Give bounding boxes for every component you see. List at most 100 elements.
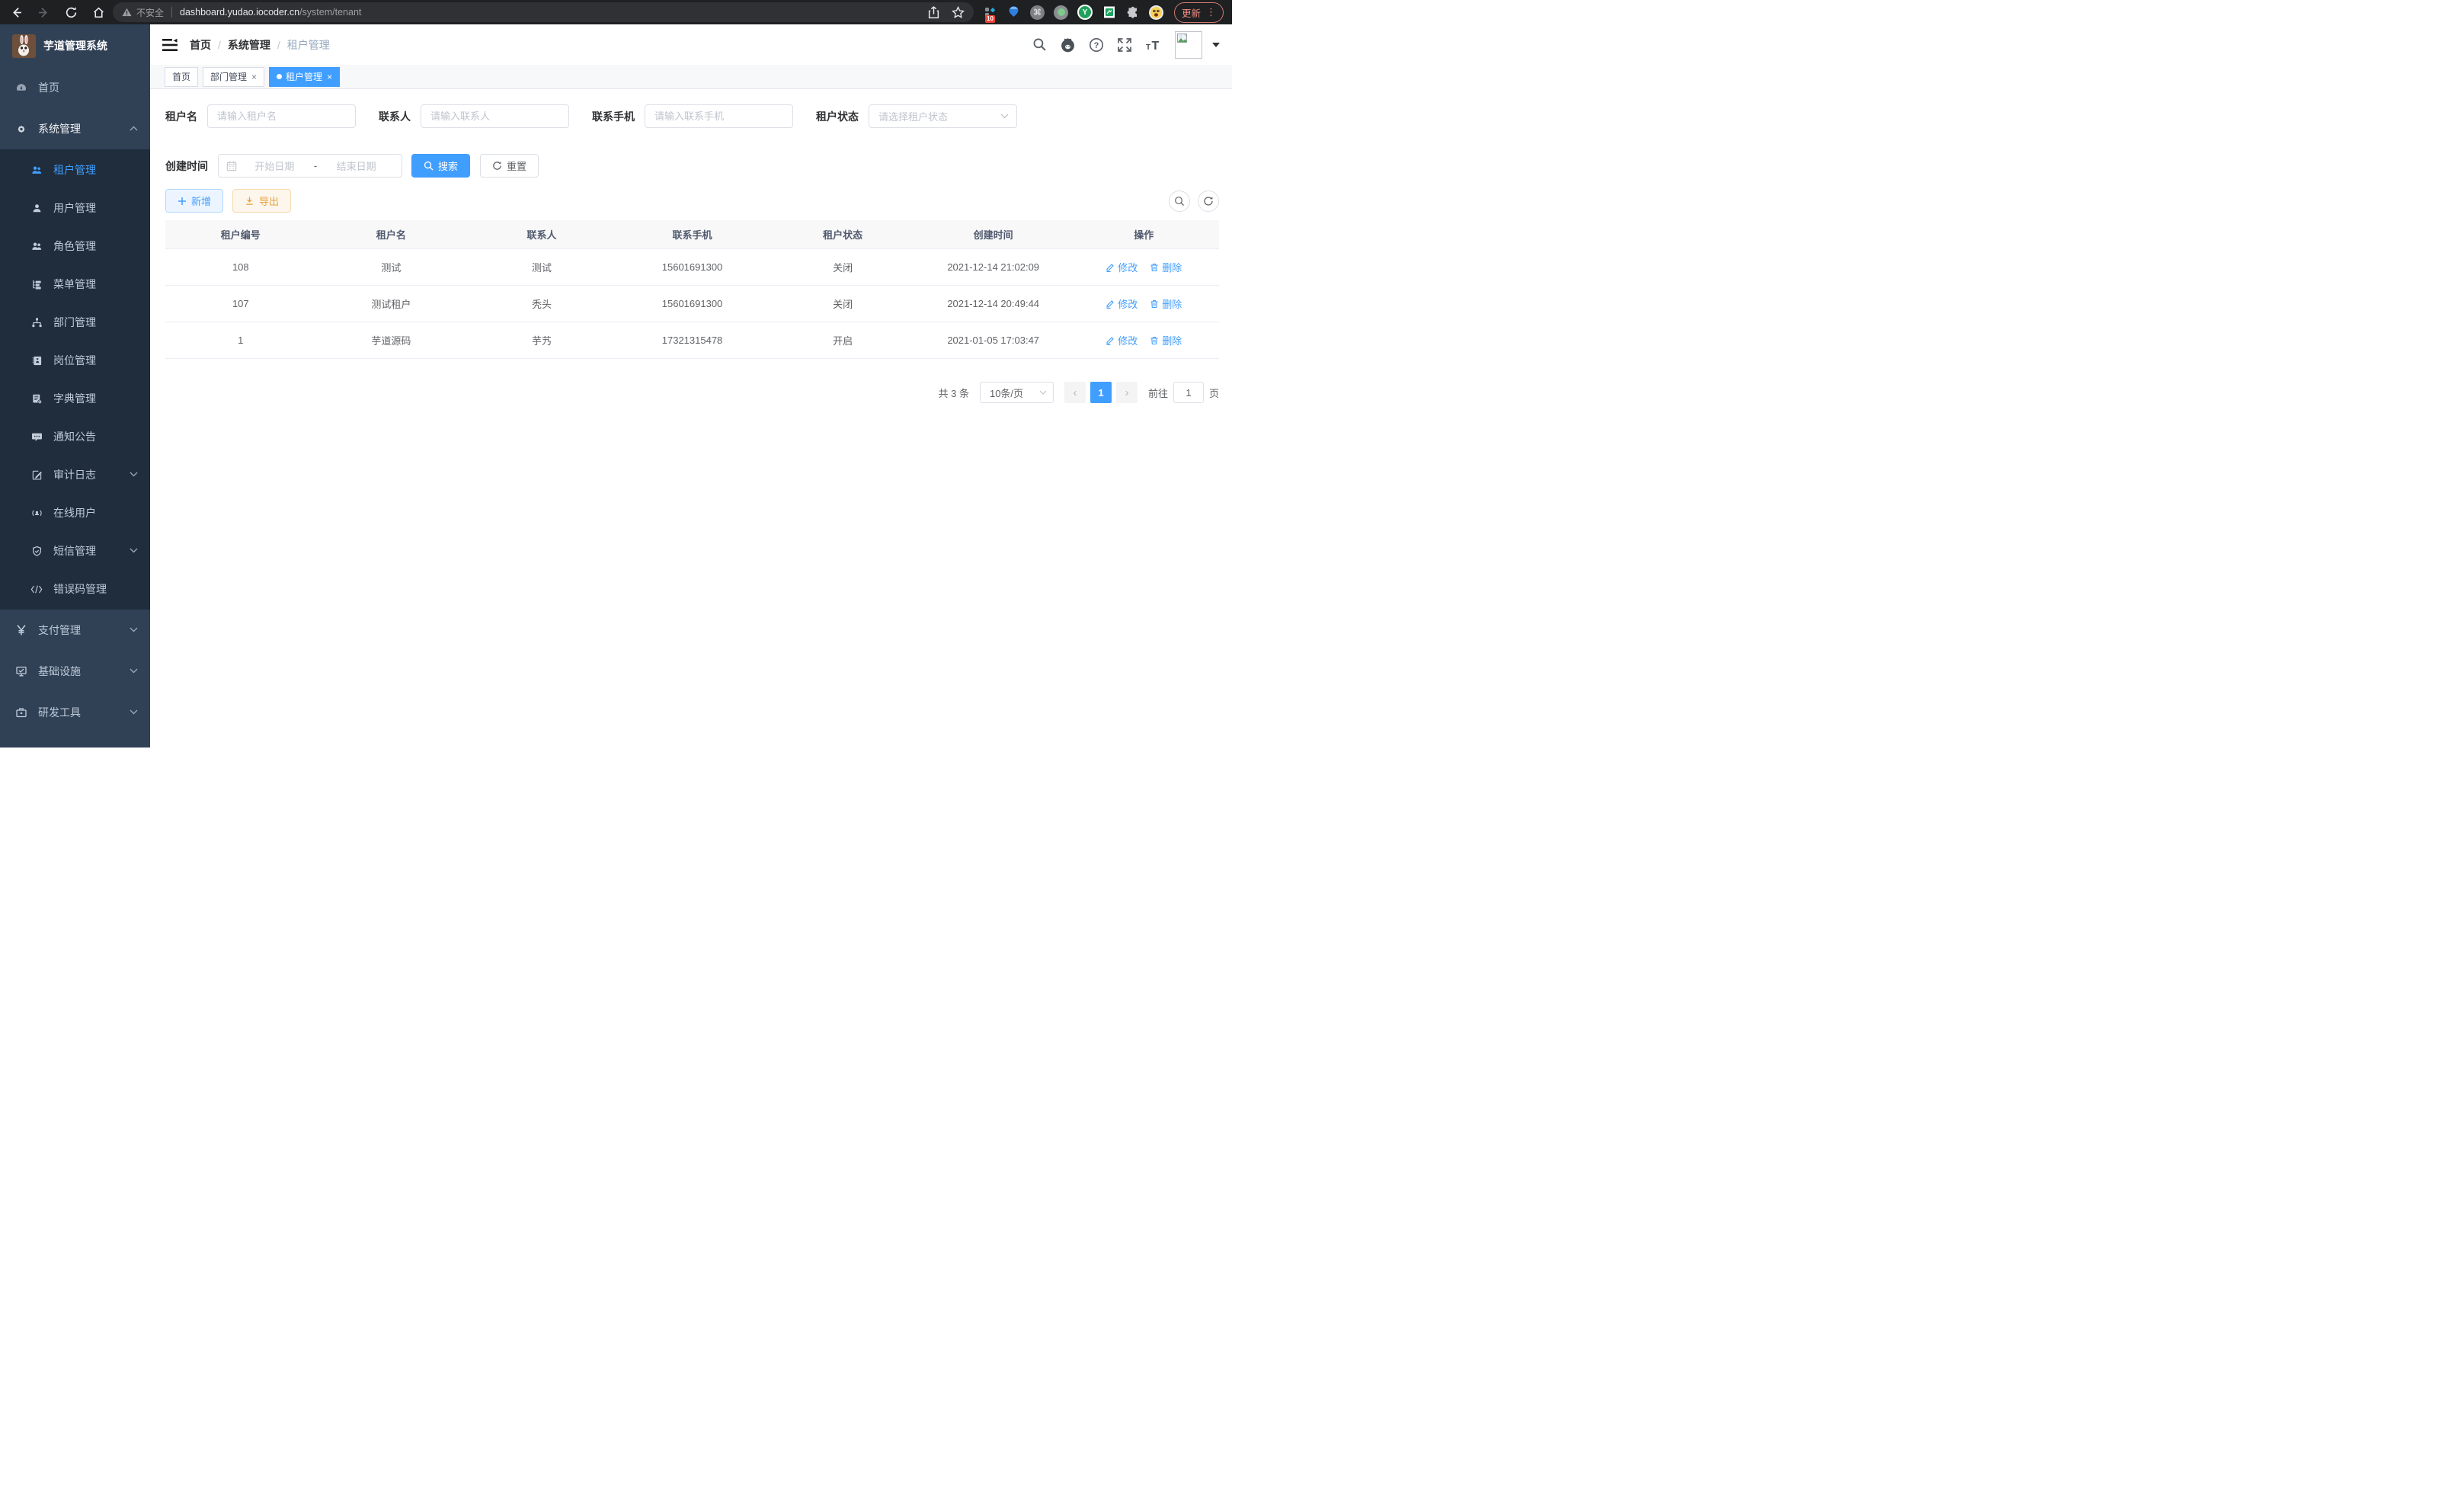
bookmark-star-icon[interactable] [952, 6, 965, 19]
create-time-range-picker[interactable]: 开始日期 - 结束日期 [218, 154, 402, 178]
header-search-icon[interactable] [1032, 37, 1047, 52]
tab-close-icon[interactable]: × [251, 72, 257, 82]
help-question-icon[interactable]: ? [1089, 37, 1104, 53]
pagination-total: 共 3 条 [939, 386, 969, 400]
fullscreen-icon[interactable] [1117, 37, 1132, 53]
breadcrumb-home[interactable]: 首页 [190, 37, 211, 53]
extension-balloon-icon[interactable] [1006, 5, 1021, 20]
home-icon[interactable] [91, 5, 105, 19]
sidebar-item-dev-tools[interactable]: 研发工具 [0, 692, 150, 733]
sidebar-item-roles[interactable]: 角色管理 [0, 227, 150, 265]
breadcrumb-system[interactable]: 系统管理 [228, 37, 270, 53]
sidebar-item-menus[interactable]: 菜单管理 [0, 265, 150, 303]
sidebar-collapse-icon[interactable] [162, 38, 178, 52]
tab-departments[interactable]: 部门管理× [203, 67, 264, 87]
font-size-icon[interactable]: TT [1145, 38, 1162, 52]
export-button[interactable]: 导出 [232, 189, 291, 213]
prev-page-button[interactable]: ‹ [1064, 382, 1086, 403]
toggle-search-button[interactable] [1169, 190, 1190, 212]
reset-button[interactable]: 重置 [480, 154, 539, 178]
sidebar-item-online-users[interactable]: 在线用户 [0, 494, 150, 532]
cell-tenant-name: 测试 [316, 260, 467, 274]
github-icon[interactable] [1060, 37, 1076, 53]
sidebar-item-home[interactable]: 首页 [0, 67, 150, 108]
delete-link[interactable]: 删除 [1150, 260, 1182, 274]
not-secure-label[interactable]: 不安全 [136, 6, 164, 19]
page-url[interactable]: dashboard.yudao.iocoder.cn/system/tenant [180, 7, 361, 18]
breadcrumb: 首页 / 系统管理 / 租户管理 [190, 37, 330, 53]
chrome-update-button[interactable]: 更新 ⋮ [1174, 2, 1224, 23]
add-button[interactable]: 新增 [165, 189, 223, 213]
delete-link[interactable]: 删除 [1150, 333, 1182, 347]
contact-label: 联系人 [379, 109, 411, 124]
reload-icon[interactable] [64, 5, 78, 19]
sidebar-item-error-codes[interactable]: 错误码管理 [0, 570, 150, 608]
extensions-puzzle-icon[interactable] [1125, 5, 1140, 20]
table-row: 108 测试 测试 15601691300 关闭 2021-12-14 21:0… [165, 249, 1219, 286]
date-end-placeholder[interactable]: 结束日期 [318, 158, 394, 173]
address-bar[interactable]: 不安全 dashboard.yudao.iocoder.cn/system/te… [113, 2, 974, 22]
sidebar-item-label: 短信管理 [53, 543, 96, 559]
tab-tenants[interactable]: 租户管理× [269, 67, 340, 87]
sidebar-item-departments[interactable]: 部门管理 [0, 303, 150, 341]
table-toolbar: 新增 导出 [165, 189, 1219, 213]
contact-input[interactable] [421, 104, 569, 128]
sidebar-item-label: 用户管理 [53, 200, 96, 216]
tags-view-bar: 首页 部门管理× 租户管理× [150, 65, 1232, 89]
share-icon[interactable] [928, 6, 939, 19]
sidebar-item-dictionary[interactable]: 字典管理 [0, 379, 150, 418]
sidebar-item-posts[interactable]: 岗位管理 [0, 341, 150, 379]
sidebar-item-label: 研发工具 [38, 705, 81, 720]
forward-icon[interactable] [37, 5, 50, 19]
sidebar-logo[interactable]: 芋道管理系统 [0, 24, 150, 67]
edit-link-label: 修改 [1118, 333, 1138, 347]
user-avatar[interactable] [1175, 31, 1202, 59]
phone-input[interactable] [645, 104, 793, 128]
filter-row-1: 租户名 联系人 联系手机 租户状态 请选择租户状态 [165, 104, 1219, 128]
tab-home[interactable]: 首页 [165, 67, 198, 87]
search-button[interactable]: 搜索 [411, 154, 470, 178]
plus-icon [178, 197, 187, 206]
trash-icon [1150, 336, 1159, 345]
extension-y-icon[interactable]: Y [1077, 5, 1093, 20]
back-icon[interactable] [9, 5, 23, 19]
status-select[interactable]: 请选择租户状态 [869, 104, 1017, 128]
sidebar-item-tenant[interactable]: 租户管理 [0, 151, 150, 189]
edit-link[interactable]: 修改 [1106, 296, 1138, 311]
sidebar-item-notices[interactable]: 通知公告 [0, 418, 150, 456]
chrome-menu-icon[interactable]: ⋮ [1206, 8, 1216, 16]
cell-created: 2021-12-14 21:02:09 [918, 261, 1069, 273]
avatar-dropdown-caret[interactable] [1212, 43, 1220, 47]
sidebar-item-sms[interactable]: 短信管理 [0, 532, 150, 570]
search-button-icon [424, 161, 434, 171]
edit-link[interactable]: 修改 [1106, 333, 1138, 347]
edit-link[interactable]: 修改 [1106, 260, 1138, 274]
chevron-down-icon [130, 709, 138, 715]
profile-avatar-icon[interactable] [1149, 5, 1163, 20]
page-size-select[interactable]: 10条/页 [980, 382, 1054, 403]
infra-monitor-icon [15, 665, 27, 677]
sidebar-item-system[interactable]: 系统管理 [0, 108, 150, 149]
extension-grid-icon[interactable]: 10 [983, 5, 997, 20]
pay-yen-icon [15, 624, 27, 636]
cell-created: 2021-12-14 20:49:44 [918, 298, 1069, 309]
extension-dot-icon[interactable] [1054, 5, 1068, 20]
goto-page-input[interactable] [1173, 382, 1204, 403]
sidebar-item-users[interactable]: 用户管理 [0, 189, 150, 227]
tab-close-icon[interactable]: × [327, 72, 332, 82]
delete-link[interactable]: 删除 [1150, 296, 1182, 311]
url-host: dashboard.yudao.iocoder.cn [180, 7, 299, 18]
extension-command-icon[interactable]: ⌘ [1030, 5, 1045, 20]
active-tab-dot [277, 74, 282, 79]
update-label: 更新 [1182, 5, 1201, 20]
date-start-placeholder[interactable]: 开始日期 [237, 158, 312, 173]
sidebar-item-payment[interactable]: 支付管理 [0, 610, 150, 651]
tenant-name-input[interactable] [207, 104, 356, 128]
current-page-button[interactable]: 1 [1090, 382, 1112, 403]
sidebar-item-infrastructure[interactable]: 基础设施 [0, 651, 150, 692]
extension-doc-icon[interactable] [1102, 5, 1116, 20]
user-icon [30, 203, 43, 214]
refresh-table-button[interactable] [1198, 190, 1219, 212]
next-page-button[interactable]: › [1116, 382, 1138, 403]
sidebar-item-audit-log[interactable]: 审计日志 [0, 456, 150, 494]
